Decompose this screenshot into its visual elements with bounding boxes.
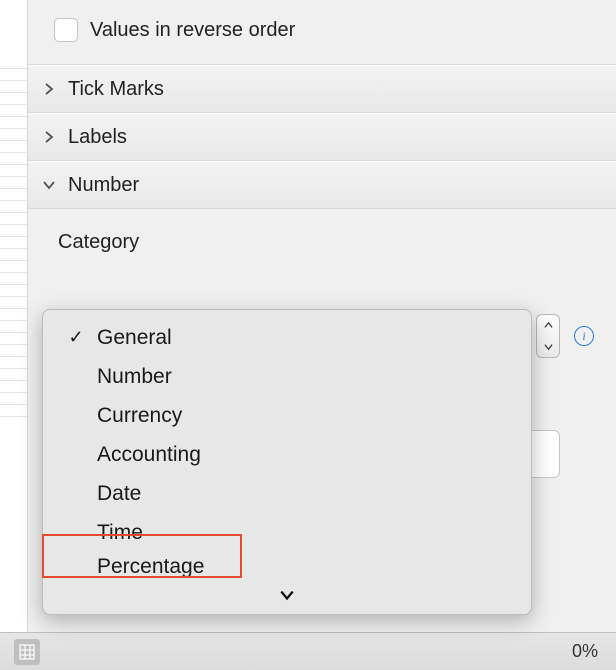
dropdown-item-general[interactable]: ✓ General xyxy=(43,318,531,357)
section-label: Tick Marks xyxy=(68,78,164,101)
stepper-up-icon xyxy=(537,315,559,336)
category-dropdown: ✓ General Number Currency Accounting Dat… xyxy=(42,309,532,615)
dropdown-item-accounting[interactable]: Accounting xyxy=(43,435,531,474)
reverse-order-row: Values in reverse order xyxy=(28,0,616,65)
category-select-stepper[interactable] xyxy=(536,314,560,358)
dropdown-item-percentage[interactable]: Percentage xyxy=(43,552,531,582)
dropdown-scroll-down[interactable] xyxy=(43,582,531,608)
dropdown-item-label: Currency xyxy=(97,404,182,428)
stepper-down-icon xyxy=(537,336,559,357)
status-bar: 0% xyxy=(0,632,616,670)
reverse-order-label: Values in reverse order xyxy=(90,19,295,42)
dropdown-item-label: Accounting xyxy=(97,443,201,467)
number-section-body: Category xyxy=(28,209,616,264)
section-label: Number xyxy=(68,174,139,197)
reverse-order-checkbox[interactable] xyxy=(54,18,78,42)
dropdown-item-number[interactable]: Number xyxy=(43,357,531,396)
dropdown-item-label: General xyxy=(97,326,172,350)
dropdown-item-label: Percentage xyxy=(97,555,204,579)
grid-view-button[interactable] xyxy=(14,639,40,665)
section-labels[interactable]: Labels xyxy=(28,113,616,161)
dropdown-item-label: Time xyxy=(97,521,143,545)
info-icon[interactable]: i xyxy=(574,326,594,346)
check-icon: ✓ xyxy=(65,327,87,348)
spreadsheet-row-edge xyxy=(0,0,28,670)
chevron-right-icon xyxy=(42,82,56,96)
dropdown-item-time[interactable]: Time xyxy=(43,513,531,552)
format-code-input[interactable] xyxy=(530,430,560,478)
dropdown-item-label: Number xyxy=(97,365,172,389)
dropdown-item-currency[interactable]: Currency xyxy=(43,396,531,435)
chevron-right-icon xyxy=(42,130,56,144)
dropdown-item-label: Date xyxy=(97,482,141,506)
grid-icon xyxy=(19,644,35,660)
section-tick-marks[interactable]: Tick Marks xyxy=(28,65,616,113)
zoom-level[interactable]: 0% xyxy=(572,641,602,662)
category-heading: Category xyxy=(58,231,586,254)
section-number[interactable]: Number xyxy=(28,161,616,209)
section-label: Labels xyxy=(68,126,127,149)
dropdown-item-date[interactable]: Date xyxy=(43,474,531,513)
chevron-down-icon xyxy=(42,178,56,192)
